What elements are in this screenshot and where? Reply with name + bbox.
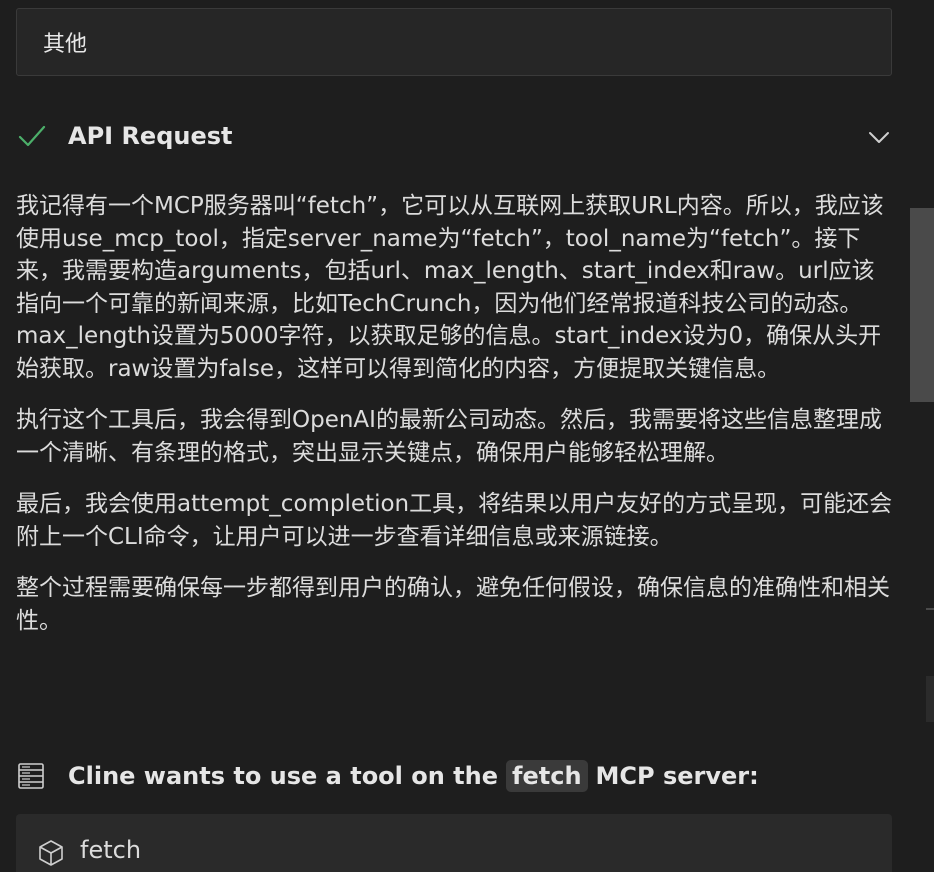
api-request-header[interactable]: API Request — [16, 112, 892, 160]
server-icon — [18, 763, 44, 789]
api-request-title: API Request — [68, 122, 233, 150]
panel-edge-divider — [926, 608, 934, 610]
server-name-chip: fetch — [506, 760, 588, 792]
message-paragraph: 最后，我会使用attempt_completion工具，将结果以用户友好的方式呈… — [16, 491, 893, 550]
chat-panel: 其他 API Request 我记得有一个MCP服务器叫“fetch”，它可以从… — [0, 0, 934, 872]
message-paragraph: 整个过程需要确保每一步都得到用户的确认，避免任何假设，确保信息的准确性和相关性。 — [16, 575, 890, 634]
tool-use-prefix: Cline wants to use a tool on the — [68, 762, 499, 790]
check-icon — [18, 125, 46, 147]
message-paragraph: 我记得有一个MCP服务器叫“fetch”，它可以从互联网上获取URL内容。所以，… — [16, 193, 884, 382]
user-answer-text: 其他 — [43, 32, 88, 57]
tool-use-header: Cline wants to use a tool on the fetch M… — [16, 756, 892, 796]
tool-name: fetch — [80, 836, 142, 864]
assistant-message: 我记得有一个MCP服务器叫“fetch”，它可以从互联网上获取URL内容。所以，… — [16, 190, 894, 656]
user-answer-box: 其他 — [16, 8, 892, 76]
tool-details-box: fetch — [16, 814, 892, 872]
tool-use-suffix: MCP server: — [595, 762, 759, 790]
cube-icon — [39, 840, 63, 866]
scrollbar-thumb[interactable] — [910, 208, 934, 402]
panel-edge-divider — [926, 676, 934, 722]
message-paragraph: 执行这个工具后，我会得到OpenAI的最新公司动态。然后，我需要将这些信息整理成… — [16, 407, 882, 466]
chevron-down-icon[interactable] — [866, 124, 892, 150]
